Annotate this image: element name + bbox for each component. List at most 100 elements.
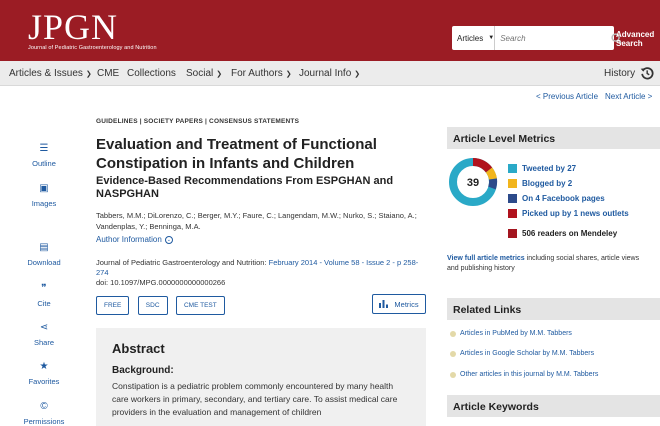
image-icon: ▣	[39, 183, 49, 194]
next-article-link[interactable]: Next Article >	[605, 92, 652, 101]
metric-news[interactable]: Picked up by 1 news outlets	[508, 209, 629, 218]
article-citation: Journal of Pediatric Gastroenterology an…	[96, 258, 430, 288]
metric-label: Tweeted by 27	[522, 164, 577, 173]
chevron-down-icon: ❯	[285, 71, 292, 78]
news-swatch-icon	[508, 209, 517, 218]
nav-cme[interactable]: CME	[97, 68, 119, 79]
sidebar-label: Share	[33, 338, 54, 347]
tag-free[interactable]: FREE	[96, 296, 130, 315]
bullet-icon	[450, 350, 456, 357]
chevron-down-icon: ⌄	[164, 235, 173, 244]
sidebar-label: Favorites	[28, 377, 60, 386]
facebook-swatch-icon	[508, 194, 517, 203]
metric-label: On 4 Facebook pages	[522, 194, 605, 203]
sidebar-label: Outline	[32, 159, 56, 168]
caret-down-icon: ▼	[488, 35, 495, 41]
nav-label: History	[604, 68, 636, 79]
sidebar-download[interactable]: ▤ Download	[22, 242, 66, 267]
logo-subtitle: Journal of Pediatric Gastroenterology an…	[28, 45, 157, 51]
advanced-search-link[interactable]: Advanced Search	[616, 30, 660, 48]
related-link-pubmed[interactable]: Articles in PubMed by M.M. Tabbers	[450, 330, 572, 337]
bullet-icon	[450, 371, 456, 378]
sidebar-favorites[interactable]: ★ Favorites	[22, 361, 66, 386]
metric-mendeley[interactable]: 506 readers on Mendeley	[508, 229, 617, 238]
nav-for-authors[interactable]: For Authors ❯	[231, 68, 292, 79]
sidebar-share[interactable]: ⋖ Share	[22, 322, 66, 347]
tag-sdc[interactable]: SDC	[137, 296, 168, 315]
journal-name: Journal of Pediatric Gastroenterology an…	[96, 258, 267, 267]
nav-articles-issues[interactable]: Articles & Issues ❯	[9, 68, 92, 79]
sidebar-label: Permissions	[23, 417, 65, 426]
metric-label: Picked up by 1 news outlets	[522, 209, 629, 218]
chevron-down-icon: ❯	[85, 71, 92, 78]
sidebar-cite[interactable]: ❞ Cite	[22, 283, 66, 308]
list-icon: ☰	[39, 143, 49, 154]
journal-logo[interactable]: JPGN Journal of Pediatric Gastroenterolo…	[28, 7, 157, 51]
abstract-heading: Abstract	[112, 341, 165, 356]
chevron-down-icon: ❯	[354, 71, 361, 78]
sidebar-label: Download	[27, 258, 61, 267]
metric-label: Blogged by 2	[522, 179, 573, 188]
nav-label: Journal Info	[299, 68, 352, 79]
logo-text: JPGN	[28, 7, 119, 47]
star-icon: ★	[39, 361, 49, 372]
article-breadcrumb[interactable]: GUIDELINES | SOCIETY PAPERS | CONSENSUS …	[96, 118, 430, 125]
search-scope-select[interactable]: Articles ▼	[452, 26, 496, 50]
nav-label: CME	[97, 68, 120, 79]
main-navigation: Articles & Issues ❯ CME Collections Socia…	[0, 61, 660, 86]
advanced-search-line-1: Advanced	[616, 30, 655, 39]
tag-cme-test[interactable]: CME TEST	[175, 296, 225, 315]
nav-label: For Authors	[231, 68, 283, 79]
sidebar-images[interactable]: ▣ Images	[22, 183, 66, 208]
sidebar-label: Cite	[37, 299, 51, 308]
metric-tweeted[interactable]: Tweeted by 27	[508, 164, 576, 173]
view-full-metrics-link[interactable]: View full article metrics	[447, 255, 525, 262]
search-bar: Articles ▼	[452, 26, 622, 50]
article-main: GUIDELINES | SOCIETY PAPERS | CONSENSUS …	[96, 118, 430, 426]
related-link-label: Articles in Google Scholar by M.M. Tabbe…	[460, 350, 595, 357]
previous-article-link[interactable]: < Previous Article	[536, 92, 598, 101]
article-level-metrics-heading: Article Level Metrics	[447, 127, 660, 149]
altmetric-donut[interactable]: 39	[448, 157, 498, 207]
nav-history[interactable]: History	[604, 68, 635, 79]
sidebar-permissions[interactable]: © Permissions	[22, 401, 66, 426]
twitter-swatch-icon	[508, 164, 517, 173]
metric-blogged[interactable]: Blogged by 2	[508, 179, 572, 188]
author-information-toggle[interactable]: Author Information ⌄	[96, 235, 430, 244]
sidebar-label: Images	[31, 199, 57, 208]
related-link-label: Articles in PubMed by M.M. Tabbers	[460, 330, 572, 337]
nav-label: Articles & Issues	[9, 68, 83, 79]
related-link-google-scholar[interactable]: Articles in Google Scholar by M.M. Tabbe…	[450, 350, 594, 357]
bullet-icon	[450, 330, 456, 337]
advanced-search-line-2: Search	[616, 39, 643, 48]
search-input[interactable]	[495, 27, 612, 49]
copyright-icon: ©	[40, 401, 48, 412]
bar-chart-icon	[379, 300, 389, 308]
share-icon: ⋖	[39, 322, 49, 333]
author-info-label: Author Information	[96, 235, 162, 244]
sidebar-outline[interactable]: ☰ Outline	[22, 143, 66, 168]
article-tags: FREE SDC CME TEST	[96, 294, 229, 315]
nav-social[interactable]: Social ❯	[186, 68, 222, 79]
nav-label: Social	[186, 68, 214, 79]
metric-facebook[interactable]: On 4 Facebook pages	[508, 194, 605, 203]
document-icon: ▤	[39, 242, 49, 253]
altmetric-score: 39	[467, 177, 479, 189]
abstract-text: Constipation is a pediatric problem comm…	[112, 381, 398, 417]
article-subtitle: Evidence-Based Recommendations From ESPG…	[96, 175, 394, 200]
metric-label: 506 readers on Mendeley	[522, 229, 618, 238]
related-link-journal[interactable]: Other articles in this journal by M.M. T…	[450, 371, 598, 378]
related-links-heading: Related Links	[447, 298, 660, 320]
mendeley-swatch-icon	[508, 229, 517, 238]
nav-journal-info[interactable]: Journal Info ❯	[299, 68, 360, 79]
article-authors: Tabbers, M.M.; DiLorenzo, C.; Berger, M.…	[96, 211, 417, 231]
full-metrics-note: View full article metrics including soci…	[447, 254, 647, 274]
nav-collections[interactable]: Collections	[127, 68, 176, 79]
nav-label: Collections	[127, 68, 176, 79]
article-keywords-heading: Article Keywords	[447, 395, 660, 417]
abstract-section: Abstract Background: Constipation is a p…	[96, 328, 426, 426]
history-icon[interactable]	[640, 66, 654, 80]
background-heading: Background:	[112, 365, 174, 376]
metrics-button[interactable]: Metrics	[372, 294, 426, 314]
article-title: Evaluation and Treatment of Functional C…	[96, 136, 377, 172]
